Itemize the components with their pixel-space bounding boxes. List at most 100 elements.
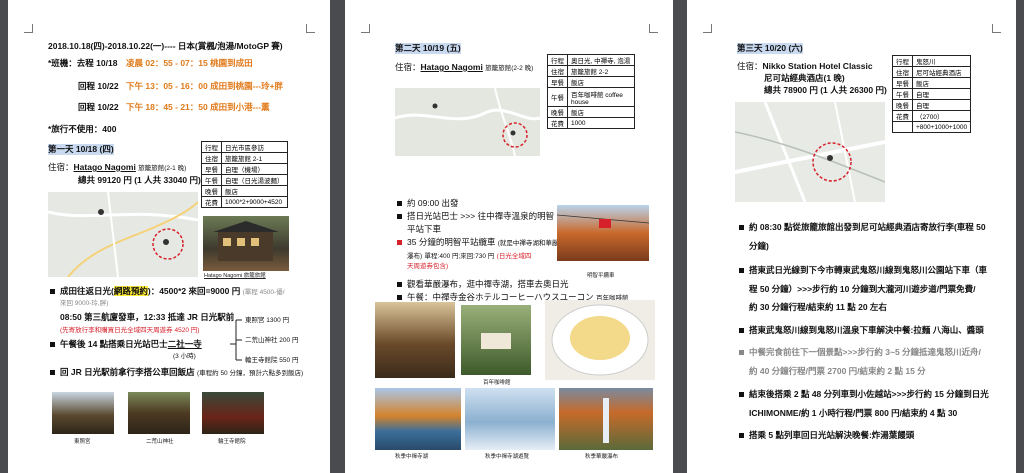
cafe-sign-photo <box>461 305 531 375</box>
location-map <box>395 88 540 156</box>
table-key: 晚餐 <box>892 99 913 111</box>
bullet-icon <box>739 328 744 334</box>
spaghetti-photo <box>545 300 655 380</box>
itinerary-table: 行程 鬼怒川 住宿 尼可站經典酒店 早餐 飯店 午餐 自理 晚餐 自理 花費 （2700） … <box>892 55 972 133</box>
waterfall-caption: 秋季華嚴瀑布 <box>585 454 619 460</box>
table-value: 飯店 <box>567 106 635 118</box>
table-value: 飯店 <box>567 76 635 88</box>
return-time-2: 下午 18：45 - 21：50 成田到小港---薰 <box>126 102 270 112</box>
stay-line: 住宿：Hatago Nagomi 旅籠旅館(2-2 晚) <box>395 62 534 72</box>
bullet-transfer: 成田往返日光(網路預約)：4500*2 來回=9000 円 (單程 4500-優… <box>50 286 285 298</box>
table-value: 1000 <box>567 117 635 129</box>
fare-futarasan: 二荒山神社 200 円 <box>245 337 299 344</box>
bullet-icon <box>50 289 55 295</box>
table-key: 行程 <box>201 141 222 153</box>
page-corner-mark <box>361 24 370 33</box>
bullet-train: 搭東武日光線到下今市轉東武鬼怒川線到鬼怒川公園站下車（車 <box>739 265 987 276</box>
futarasan-caption: 二荒山神社 <box>146 439 174 445</box>
return-time-1: 下午 13：05 - 16：00 成田到桃園---玲+胖 <box>126 81 284 91</box>
fare-toshogu: 東照宮 1300 円 <box>245 317 290 324</box>
rinnoji-photo <box>202 392 264 434</box>
table-key: 晚餐 <box>201 185 222 197</box>
hotel-local-name: 尼可站經典酒店(1 晚) <box>764 73 845 83</box>
cablecar-photo <box>557 205 649 261</box>
checkout-line-2: 分鐘) <box>749 241 769 251</box>
cafe-caption: 百年咖啡館 <box>483 380 511 386</box>
page-corner-mark <box>306 24 315 33</box>
table-value: 日光市區參訪 <box>221 141 288 153</box>
bullet-waterfall: 觀看華嚴瀑布，逛中禪寺湖，搭車去奧日光 <box>397 279 569 290</box>
bus-note: (先寄放行李和購買日光全域四天周遊券 4520 円) <box>60 327 200 334</box>
cafe-exterior-photo <box>375 302 455 378</box>
day-heading: 第三天 10/20 (六) <box>737 43 803 54</box>
stay-label: 住宿： <box>48 162 74 172</box>
table-value: 尼可站經典酒店 <box>911 66 972 78</box>
table-key: 花費 <box>892 110 913 122</box>
table-value: 自理（日光湯波麵） <box>221 174 288 186</box>
table-value: 奧日光, 中禪寺, 泡湯 <box>567 54 635 66</box>
lake-photo-1 <box>375 388 461 450</box>
trip-title: 2018.10.18(四)-2018.10.22(一)---- 日本(賞楓/泡湯… <box>48 41 283 51</box>
table-value: 旅籠旅館 2-2 <box>567 65 635 77</box>
bullet-icon <box>739 392 744 398</box>
bullet-depart: 約 09:00 出發 <box>397 198 459 209</box>
table-key: 早餐 <box>547 76 568 88</box>
futarasan-photo <box>128 392 190 434</box>
bullet-icon <box>397 214 402 220</box>
lake-caption-2: 秋季中禪寺湖遊覽 <box>485 454 530 460</box>
page-corner-mark <box>992 24 1001 33</box>
table-key <box>892 121 913 133</box>
bullet-icon <box>397 295 402 301</box>
bullet-lunch: 搭東武鬼怒川線到鬼怒川溫泉下車解決中餐:拉麵 八海山、醬頭 <box>739 325 984 336</box>
page-corner-mark <box>649 24 658 33</box>
table-value: 飯店 <box>221 185 288 197</box>
table-value: 旅籠旅館 2-1 <box>221 152 288 164</box>
train-line-2: 程 50 分鐘）>>>步行約 10 分鐘到大瀧河川遊步道/門票免費/ <box>749 284 976 294</box>
table-key: 午餐 <box>547 87 568 107</box>
fare-bracket <box>230 319 242 361</box>
table-value: （2700） <box>911 110 972 122</box>
table-key: 花費 <box>547 117 568 129</box>
hotel-photo <box>203 216 289 271</box>
total-cost: 總共 99120 円 (1 人共 33040 円) <box>78 175 201 185</box>
bullet-icon <box>50 342 55 348</box>
lake-photo-2 <box>465 388 555 450</box>
table-value: 1000*2+9000+4520 <box>221 196 288 208</box>
table-key: 住宿 <box>201 152 222 164</box>
return-label-1: 回程 10/22 <box>78 81 119 91</box>
itinerary-table: 行程 奧日光, 中禪寺, 泡湯 住宿 旅籠旅館 2-2 早餐 飯店 午餐 百年咖啡館 c… <box>547 54 635 129</box>
hotel-photo-caption: Hatago Nagomi 旅籠旅館 <box>204 273 266 279</box>
stay-line: 住宿：Nikko Station Hotel Classic <box>737 61 873 71</box>
bus-departure: 08:50 第三航廈發車，12:33 抵達 JR 日光駅前 <box>60 312 235 322</box>
table-key: 早餐 <box>892 77 913 89</box>
bullet-icon <box>50 370 55 376</box>
day-heading: 第一天 10/18 (四) <box>48 144 114 155</box>
bullet-icon <box>739 225 744 231</box>
table-key: 花費 <box>201 196 222 208</box>
hotel-suffix: 旅籠旅館(2-1 晚) <box>138 165 187 172</box>
itinerary-table: 行程 日光市區參訪 住宿 旅籠旅館 2-1 早餐 自理（機場） 午餐 自理（日光湯波麵）… <box>201 141 288 208</box>
bullet-dinner: 搭乘 5 點列車回日光站解決晚餐:炸湯葉饅頭 <box>739 430 914 441</box>
cable-note: 天周遊券包含) <box>407 263 449 270</box>
bullet-icon <box>739 268 744 274</box>
bullet-checkout: 約 08:30 點從旅籠旅館出發到尼可站經典酒店寄放行李(車程 50 <box>739 222 986 233</box>
afternoon-line-2: 約 40 分鐘行程/門票 2700 円/結束約 2 點 15 分 <box>749 366 926 376</box>
document-page-3: 第三天 10/20 (六) 住宿：Nikko Station Hotel Cla… <box>687 0 1016 473</box>
train-line-3: 約 30 分鐘行程/結束約 11 點 20 左右 <box>749 302 887 312</box>
table-key: 行程 <box>892 55 913 67</box>
bullet-icon <box>397 240 402 246</box>
location-map <box>735 102 885 202</box>
hotel-name: Hatago Nagomi <box>73 162 136 172</box>
waterfall-photo <box>559 388 653 450</box>
duration-note: (3 小時) <box>173 353 196 360</box>
table-value: 自理（機場） <box>221 163 288 175</box>
transfer-note: 來回 9000-玲,胖) <box>60 300 109 307</box>
table-key: 住宿 <box>547 65 568 77</box>
cablecar-caption: 明智平纜車 <box>587 273 615 279</box>
toshogu-photo <box>52 392 114 434</box>
table-value: 鬼怒川 <box>911 55 972 67</box>
flight-label: *班機：去程 10/18 <box>48 58 118 68</box>
bullet-train-2: 結束後搭乘 2 點 48 分列車到小佐越站>>>步行約 15 分鐘到日光 <box>739 389 989 400</box>
return-label-2: 回程 10/22 <box>78 102 119 112</box>
lake-caption-1: 秋季中禪寺湖 <box>395 454 429 460</box>
